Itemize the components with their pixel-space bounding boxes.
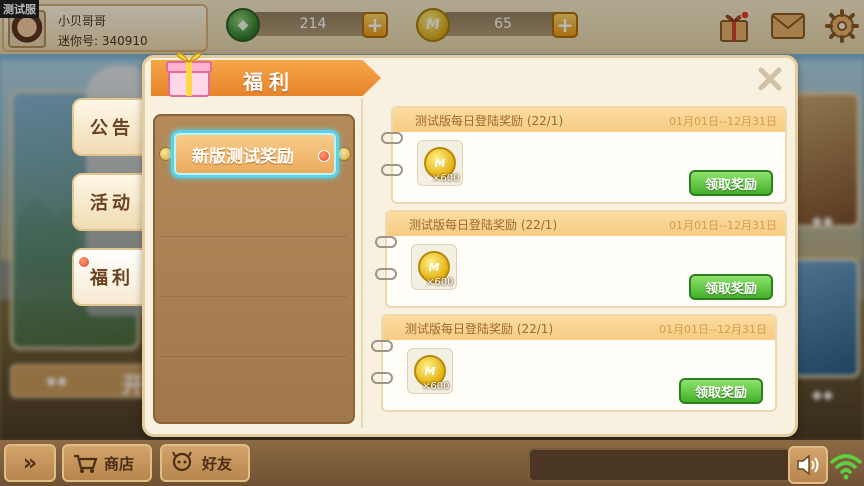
friends-button[interactable]: 好友 bbox=[160, 444, 250, 482]
reward-card: 测试版每日登陆奖励 (22/1) 01月01日--12月31日 M ×600 领… bbox=[375, 210, 787, 308]
wifi-icon bbox=[830, 454, 862, 480]
welfare-panel: 福利 新版测试奖励 测试版每日登陆奖励 (22/1) 01月01日--12月31… bbox=[142, 52, 798, 437]
close-button[interactable] bbox=[755, 64, 785, 94]
reward-title: 测试版每日登陆奖励 (22/1) bbox=[405, 322, 554, 336]
category-list: 新版测试奖励 bbox=[153, 114, 355, 424]
shop-button[interactable]: 商店 bbox=[62, 444, 152, 482]
panel-title: 福利 bbox=[243, 70, 295, 94]
divider bbox=[361, 98, 363, 428]
chat-input[interactable] bbox=[528, 448, 792, 482]
reward-date: 01月01日--12月31日 bbox=[659, 323, 767, 336]
speaker-icon bbox=[797, 454, 819, 476]
reward-date: 01月01日--12月31日 bbox=[669, 219, 777, 232]
tab-announcement[interactable]: 公告 bbox=[72, 98, 152, 156]
reward-card: 测试版每日登陆奖励 (22/1) 01月01日--12月31日 M ×600 领… bbox=[371, 314, 777, 412]
reward-date: 01月01日--12月31日 bbox=[669, 115, 777, 128]
reward-item[interactable]: M ×600 bbox=[407, 348, 453, 394]
double-chevron-right-icon: » bbox=[22, 450, 38, 476]
notification-dot bbox=[318, 150, 330, 162]
friends-label: 好友 bbox=[202, 454, 233, 473]
tab-announcement-label: 公告 bbox=[90, 118, 134, 139]
close-icon bbox=[758, 67, 782, 91]
category-new-test-reward[interactable]: 新版测试奖励 bbox=[171, 130, 339, 178]
notification-dot bbox=[78, 256, 90, 268]
claim-reward-button[interactable]: 领取奖励 bbox=[679, 378, 763, 404]
reward-title: 测试版每日登陆奖励 (22/1) bbox=[415, 114, 564, 128]
reward-title: 测试版每日登陆奖励 (22/1) bbox=[409, 218, 558, 232]
tab-activity[interactable]: 活动 bbox=[72, 173, 152, 231]
gift-box-icon bbox=[166, 52, 212, 97]
reward-item[interactable]: M ×600 bbox=[411, 244, 457, 290]
reward-quantity: ×600 bbox=[422, 381, 450, 392]
expand-menu-button[interactable]: » bbox=[4, 444, 56, 482]
claim-reward-button[interactable]: 领取奖励 bbox=[689, 274, 773, 300]
tab-activity-label: 活动 bbox=[90, 193, 134, 214]
friends-icon bbox=[172, 452, 192, 472]
knob-right bbox=[337, 147, 351, 161]
tab-welfare[interactable]: 福利 bbox=[72, 248, 152, 306]
tab-welfare-label: 福利 bbox=[90, 268, 134, 289]
claim-reward-button[interactable]: 领取奖励 bbox=[689, 170, 773, 196]
category-label: 新版测试奖励 bbox=[192, 146, 294, 167]
shop-cart-icon bbox=[74, 454, 98, 473]
reward-card: 测试版每日登陆奖励 (22/1) 01月01日--12月31日 M ×600 领… bbox=[381, 106, 787, 204]
reward-list[interactable]: 测试版每日登陆奖励 (22/1) 01月01日--12月31日 M ×600 领… bbox=[369, 98, 789, 434]
voice-button[interactable] bbox=[788, 446, 828, 484]
shop-label: 商店 bbox=[104, 454, 135, 473]
reward-quantity: ×600 bbox=[426, 277, 454, 288]
reward-quantity: ×600 bbox=[432, 173, 460, 184]
reward-item[interactable]: M ×600 bbox=[417, 140, 463, 186]
